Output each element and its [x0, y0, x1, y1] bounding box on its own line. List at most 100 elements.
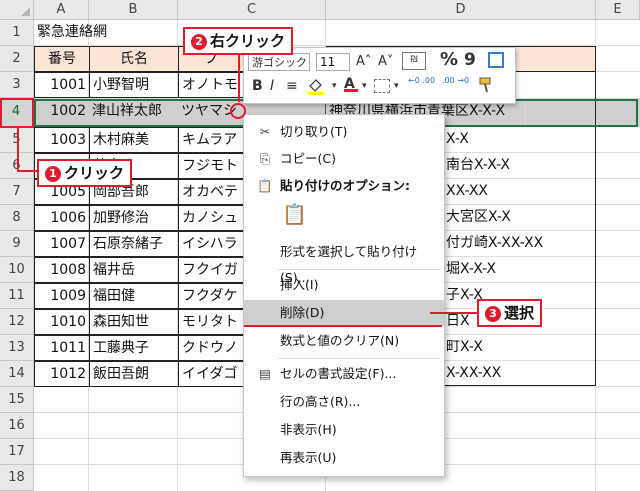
menu-item-row-height[interactable]: 行の高さ(R)...	[244, 389, 444, 415]
callout-text: 選択	[504, 304, 535, 322]
table-cell[interactable]: フクイガ	[178, 257, 244, 283]
table-cell[interactable]: 福井岳	[89, 257, 179, 283]
percent-style-icon[interactable]: %	[440, 51, 458, 69]
format-painter-icon[interactable]	[478, 76, 496, 100]
row-header[interactable]: 3	[0, 72, 34, 98]
row-header[interactable]: 13	[0, 335, 34, 361]
bold-icon[interactable]: B	[252, 77, 263, 95]
table-cell-address[interactable]: 町X-X	[443, 335, 593, 361]
table-cell[interactable]: 木村麻美	[89, 127, 179, 153]
table-cell[interactable]: オカベテ	[178, 179, 244, 205]
align-center-icon[interactable]: ≡	[286, 77, 298, 95]
table-cell[interactable]: 1003	[34, 127, 90, 153]
table-cell[interactable]: 加野修治	[89, 205, 179, 231]
column-header-c[interactable]: C	[178, 0, 326, 20]
table-cell[interactable]: 飯田吾朗	[89, 361, 179, 387]
table-cell[interactable]: イイダゴ	[178, 361, 244, 387]
font-name-dropdown[interactable]: 游ゴシック	[248, 53, 310, 71]
table-cell[interactable]: 工藤典子	[89, 335, 179, 361]
row-header[interactable]: 8	[0, 205, 34, 231]
row-header[interactable]: 2	[0, 46, 34, 72]
increase-decimal-icon[interactable]: ←0 .00	[408, 76, 436, 85]
menu-item-label: 再表示(U)	[280, 450, 337, 465]
menu-item-unhide[interactable]: 再表示(U)	[244, 445, 444, 471]
table-cell[interactable]: 福田健	[89, 283, 179, 309]
column-header-a[interactable]: A	[34, 0, 89, 20]
comma-style-icon[interactable]: 9	[464, 51, 476, 69]
row-header[interactable]: 18	[0, 465, 34, 491]
mini-toolbar: 游ゴシック 11 A˄ A˅ ₪ % 9 B I ≡ ▾ A ▾ ▾ ←0 .0…	[243, 47, 516, 104]
callout-1-connector	[17, 170, 39, 172]
table-cell-address[interactable]: 南台X-X-X	[443, 153, 593, 179]
table-cell[interactable]: モリタト	[178, 309, 244, 335]
table-cell[interactable]: 1011	[34, 335, 90, 361]
menu-item-paste[interactable]: 📋	[244, 201, 444, 233]
table-cell[interactable]: 1001	[34, 72, 90, 98]
callout-click: 1 クリック	[37, 159, 133, 187]
table-cell[interactable]: フクダケ	[178, 283, 244, 309]
row-header[interactable]: 17	[0, 439, 34, 465]
table-cell-address[interactable]: 堀X-X-X	[443, 257, 593, 283]
table-cell[interactable]: フジモト	[178, 153, 244, 179]
borders-icon[interactable]	[374, 79, 390, 93]
font-color-dropdown-icon[interactable]: ▾	[362, 77, 367, 95]
row-header[interactable]: 11	[0, 283, 34, 309]
grow-font-icon[interactable]: A˄	[356, 53, 371, 71]
fill-color-icon[interactable]	[306, 76, 326, 102]
paste-icon: 📋	[282, 202, 307, 226]
table-cell[interactable]: 森田知世	[89, 309, 179, 335]
menu-item-insert[interactable]: 挿入(I)	[244, 272, 444, 298]
row-header[interactable]: 12	[0, 309, 34, 335]
row-header[interactable]: 7	[0, 179, 34, 205]
table-cell[interactable]: 1010	[34, 309, 90, 335]
font-size-dropdown[interactable]: 11	[316, 53, 350, 71]
decrease-decimal-icon[interactable]: .00 →0	[442, 76, 470, 85]
table-cell[interactable]: イシハラ	[178, 231, 244, 257]
table-cell-address[interactable]: 付ガ崎X-XX-XX	[443, 231, 593, 257]
row-header[interactable]: 1	[0, 20, 34, 46]
select-all-corner[interactable]	[0, 0, 34, 20]
table-cell-address[interactable]: 大宮区X-X	[443, 205, 593, 231]
fill-color-dropdown-icon[interactable]: ▾	[332, 77, 337, 95]
italic-icon[interactable]: I	[270, 77, 274, 95]
table-cell[interactable]: 1007	[34, 231, 90, 257]
table-cell[interactable]: クドウノ	[178, 335, 244, 361]
font-color-icon[interactable]: A	[344, 75, 358, 92]
table-cell[interactable]: キムラア	[178, 127, 244, 153]
table-cell-address[interactable]: X-XX-XX	[443, 361, 593, 387]
column-header-b[interactable]: B	[89, 0, 178, 20]
column-header-e[interactable]: E	[596, 0, 640, 20]
row-header[interactable]: 10	[0, 257, 34, 283]
shrink-font-icon[interactable]: A˅	[378, 53, 393, 71]
row-header[interactable]: 9	[0, 231, 34, 257]
header-cell-number[interactable]: 番号	[34, 46, 90, 72]
row-header[interactable]: 16	[0, 413, 34, 439]
merge-center-icon[interactable]	[488, 52, 504, 68]
table-cell[interactable]: 1008	[34, 257, 90, 283]
menu-item-paste-special[interactable]: 形式を選択して貼り付け(S)...	[244, 239, 444, 285]
number-format-icon[interactable]: ₪	[402, 52, 426, 70]
row-header[interactable]: 15	[0, 387, 34, 413]
menu-item-clear-contents[interactable]: 数式と値のクリア(N)	[244, 328, 444, 354]
column-header-d[interactable]: D	[326, 0, 596, 20]
table-cell[interactable]: オノトモ	[178, 72, 244, 98]
table-cell[interactable]: 1006	[34, 205, 90, 231]
table-cell[interactable]: 小野智明	[89, 72, 179, 98]
row-header[interactable]: 14	[0, 361, 34, 387]
menu-item-hide[interactable]: 非表示(H)	[244, 417, 444, 443]
callout-1-connector	[17, 128, 19, 172]
menu-item-copy[interactable]: ⎘ コピー(C)	[244, 146, 444, 172]
menu-item-format-cells[interactable]: ▤ セルの書式設定(F)...	[244, 361, 444, 387]
table-cell[interactable]: 石原奈緒子	[89, 231, 179, 257]
table-cell[interactable]: 1012	[34, 361, 90, 387]
table-cell[interactable]: カノシュ	[178, 205, 244, 231]
menu-item-delete[interactable]: 削除(D)	[244, 300, 444, 326]
menu-separator	[278, 358, 440, 359]
header-cell-name[interactable]: 氏名	[89, 46, 179, 72]
table-cell-address[interactable]: XX-XX	[443, 179, 593, 205]
table-cell-address[interactable]: X-X	[443, 127, 593, 153]
menu-item-cut[interactable]: ✂ 切り取り(T)	[244, 119, 444, 145]
borders-dropdown-icon[interactable]: ▾	[394, 77, 399, 95]
table-cell[interactable]: 1009	[34, 283, 90, 309]
menu-item-label: 切り取り(T)	[280, 124, 348, 139]
